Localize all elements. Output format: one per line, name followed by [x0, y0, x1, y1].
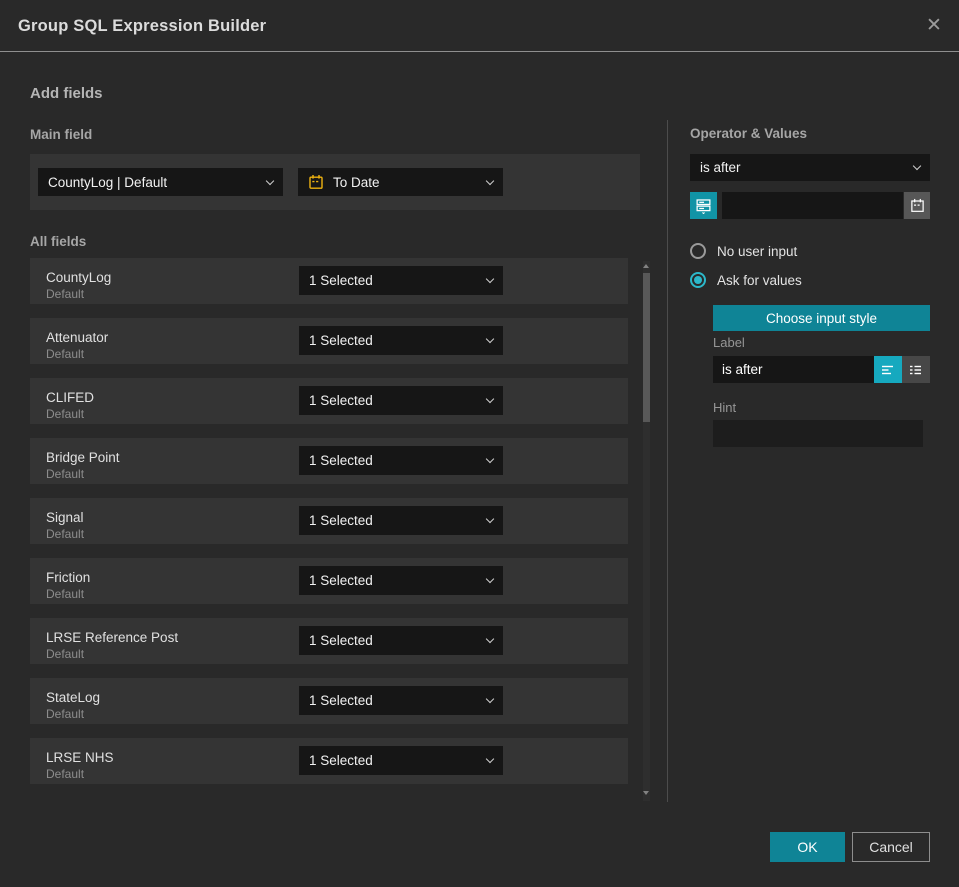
- field-selected-dropdown[interactable]: 1 Selected: [299, 626, 503, 655]
- field-subtitle: Default: [46, 407, 85, 421]
- chevron-down-icon: [912, 161, 922, 171]
- field-selected-dropdown-label: 1 Selected: [309, 333, 373, 348]
- chevron-down-icon: [485, 574, 495, 584]
- field-name: Friction: [46, 570, 91, 585]
- field-selected-dropdown[interactable]: 1 Selected: [299, 326, 503, 355]
- operator-dropdown[interactable]: is after: [690, 154, 930, 181]
- radio-selected-icon: [690, 272, 706, 288]
- field-subtitle: Default: [46, 587, 85, 601]
- hint-input[interactable]: [713, 420, 923, 447]
- operator-values-panel: Operator & Values is after No user input…: [690, 120, 930, 540]
- dialog-header: Group SQL Expression Builder ✕: [0, 0, 959, 52]
- panel-divider: [667, 120, 668, 802]
- close-icon[interactable]: ✕: [921, 13, 947, 39]
- field-selected-dropdown-label: 1 Selected: [309, 693, 373, 708]
- field-selected-dropdown-label: 1 Selected: [309, 753, 373, 768]
- field-selected-dropdown[interactable]: 1 Selected: [299, 686, 503, 715]
- chevron-down-icon: [485, 514, 495, 524]
- ok-button[interactable]: OK: [770, 832, 845, 862]
- field-selected-dropdown[interactable]: 1 Selected: [299, 266, 503, 295]
- dialog-title: Group SQL Expression Builder: [18, 17, 267, 35]
- field-name: Attenuator: [46, 330, 109, 345]
- field-name: LRSE Reference Post: [46, 630, 179, 645]
- chevron-down-icon: [485, 334, 495, 344]
- main-field-dropdown[interactable]: CountyLog | Default: [38, 168, 283, 196]
- calendar-icon: [308, 174, 324, 190]
- chevron-down-icon: [485, 274, 495, 284]
- chevron-down-icon: [485, 454, 495, 464]
- field-row: Signal Default 1 Selected: [30, 498, 628, 544]
- field-selected-dropdown-label: 1 Selected: [309, 453, 373, 468]
- operator-dropdown-value: is after: [700, 160, 741, 175]
- field-name: Signal: [46, 510, 84, 525]
- list-scrollbar[interactable]: [643, 261, 650, 801]
- chevron-down-icon: [485, 754, 495, 764]
- field-selected-dropdown[interactable]: 1 Selected: [299, 746, 503, 775]
- field-row: StateLog Default 1 Selected: [30, 678, 628, 724]
- date-type-dropdown[interactable]: To Date: [298, 168, 503, 196]
- radio-no-user-input-label: No user input: [717, 243, 798, 259]
- hint-field-label: Hint: [713, 400, 737, 415]
- field-name: CountyLog: [46, 270, 112, 285]
- cancel-button[interactable]: Cancel: [852, 832, 930, 862]
- label-field-label: Label: [713, 335, 745, 350]
- scroll-down-arrow-icon[interactable]: [643, 791, 649, 795]
- label-input[interactable]: [713, 356, 874, 383]
- chevron-down-icon: [265, 176, 275, 185]
- field-row: Attenuator Default 1 Selected: [30, 318, 628, 364]
- field-subtitle: Default: [46, 707, 85, 721]
- radio-no-user-input[interactable]: No user input: [690, 243, 797, 259]
- add-fields-heading: Add fields: [30, 85, 103, 102]
- field-subtitle: Default: [46, 467, 85, 481]
- radio-circle-icon: [690, 243, 706, 259]
- field-name: LRSE NHS: [46, 750, 114, 765]
- field-name: Bridge Point: [46, 450, 120, 465]
- list-input-style-button[interactable]: [902, 356, 930, 383]
- field-selected-dropdown-label: 1 Selected: [309, 393, 373, 408]
- scrollbar-thumb[interactable]: [643, 273, 650, 422]
- field-selected-dropdown-label: 1 Selected: [309, 573, 373, 588]
- chevron-down-icon: [485, 634, 495, 644]
- choose-input-style-button[interactable]: Choose input style: [713, 305, 930, 331]
- main-field-dropdown-value: CountyLog | Default: [48, 174, 168, 190]
- text-input-style-button[interactable]: [874, 356, 902, 383]
- field-row: Bridge Point Default 1 Selected: [30, 438, 628, 484]
- field-row: LRSE NHS Default 1 Selected: [30, 738, 628, 784]
- radio-ask-for-values-label: Ask for values: [717, 272, 802, 288]
- chevron-down-icon: [485, 394, 495, 404]
- field-row: CountyLog Default 1 Selected: [30, 258, 628, 304]
- field-subtitle: Default: [46, 347, 85, 361]
- radio-ask-for-values[interactable]: Ask for values: [690, 272, 802, 288]
- scroll-up-arrow-icon[interactable]: [643, 264, 649, 268]
- chevron-down-icon: [485, 176, 495, 185]
- unique-values-button[interactable]: [690, 192, 717, 219]
- field-selected-dropdown-label: 1 Selected: [309, 273, 373, 288]
- group-sql-expression-builder-dialog: Group SQL Expression Builder ✕ Add field…: [0, 0, 959, 887]
- value-input[interactable]: [722, 192, 903, 219]
- date-picker-button[interactable]: [904, 192, 930, 219]
- field-name: StateLog: [46, 690, 101, 705]
- field-selected-dropdown-label: 1 Selected: [309, 633, 373, 648]
- field-selected-dropdown-label: 1 Selected: [309, 513, 373, 528]
- field-subtitle: Default: [46, 767, 85, 781]
- field-subtitle: Default: [46, 287, 85, 301]
- field-subtitle: Default: [46, 647, 85, 661]
- field-selected-dropdown[interactable]: 1 Selected: [299, 446, 503, 475]
- field-row: LRSE Reference Post Default 1 Selected: [30, 618, 628, 664]
- main-field-panel: CountyLog | Default To Date: [30, 154, 640, 210]
- all-fields-list: CountyLog Default 1 Selected Attenuator …: [30, 258, 628, 798]
- date-type-dropdown-value: To Date: [333, 174, 380, 190]
- field-selected-dropdown[interactable]: 1 Selected: [299, 386, 503, 415]
- chevron-down-icon: [485, 694, 495, 704]
- main-field-heading: Main field: [30, 127, 93, 142]
- operator-values-heading: Operator & Values: [690, 126, 808, 141]
- field-selected-dropdown[interactable]: 1 Selected: [299, 506, 503, 535]
- field-selected-dropdown[interactable]: 1 Selected: [299, 566, 503, 595]
- field-subtitle: Default: [46, 527, 85, 541]
- field-row: Friction Default 1 Selected: [30, 558, 628, 604]
- field-name: CLIFED: [46, 390, 95, 405]
- all-fields-heading: All fields: [30, 234, 87, 249]
- field-row: CLIFED Default 1 Selected: [30, 378, 628, 424]
